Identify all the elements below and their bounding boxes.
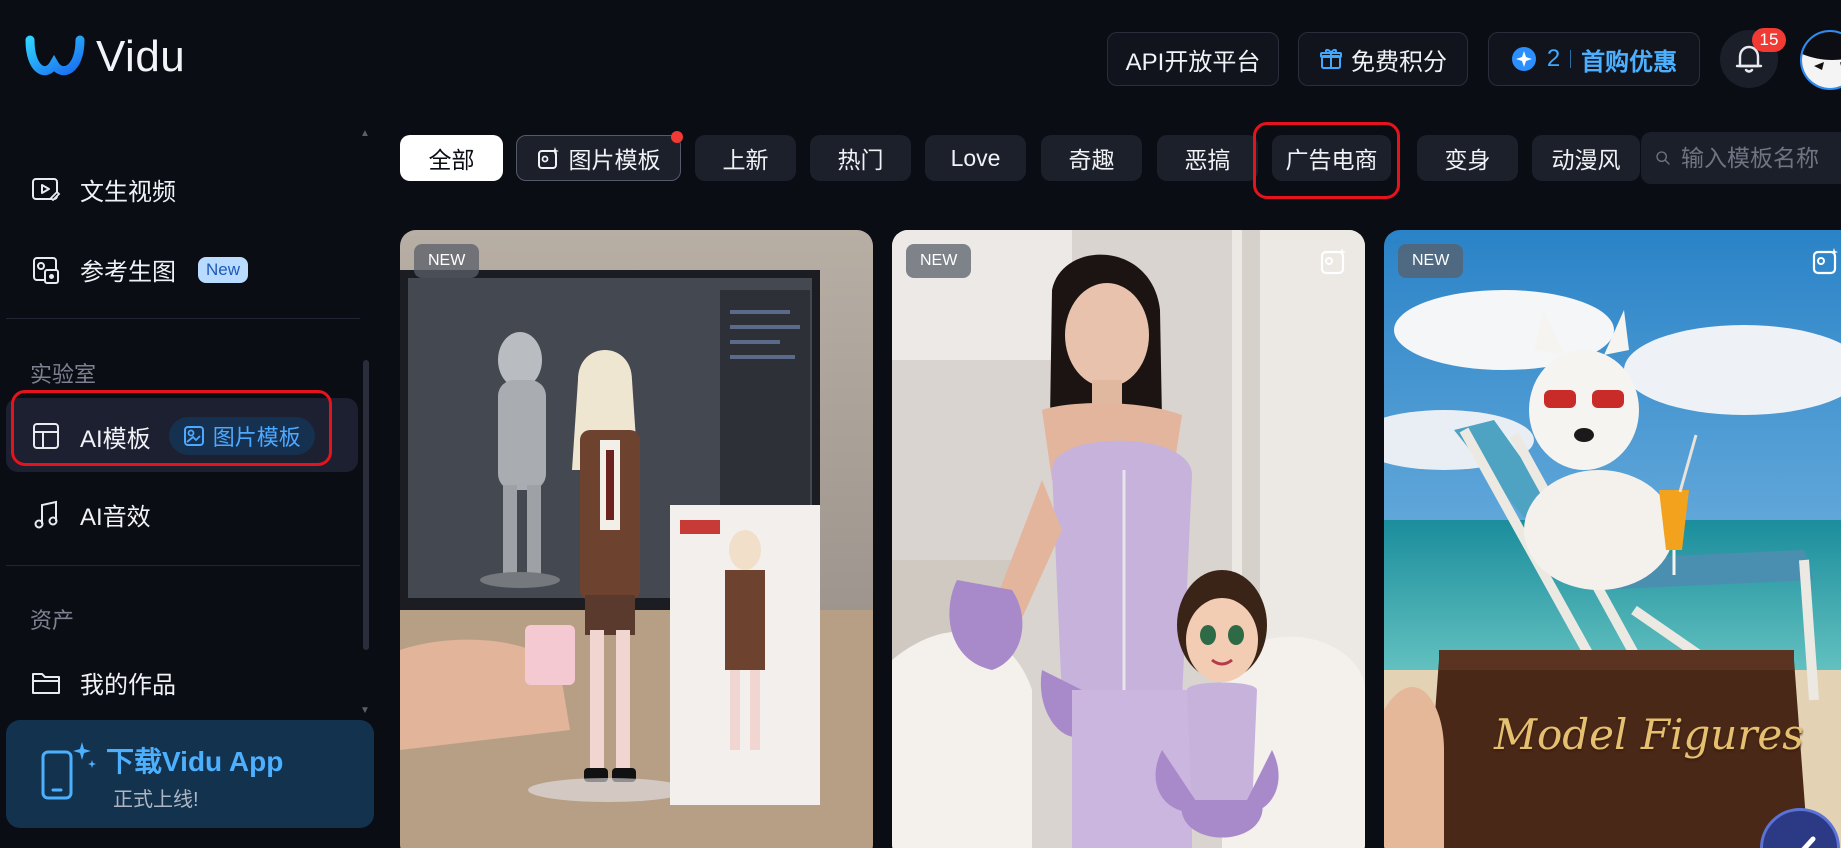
scroll-up-arrow[interactable]: ▲ (360, 128, 370, 139)
tab-label: 变身 (1444, 147, 1491, 173)
reference-image-icon (30, 254, 62, 286)
new-tag: NEW (906, 244, 972, 278)
template-card[interactable]: NEW (400, 230, 873, 848)
tab-label: Love (950, 144, 1001, 171)
notification-badge: 15 (1752, 28, 1786, 52)
tab-label: 全部 (428, 147, 475, 173)
credits-divider (1570, 50, 1572, 68)
api-platform-label: API开放平台 (1125, 48, 1261, 76)
card-image-figure-on-desk (400, 230, 873, 848)
card-image-lavender-corset (892, 230, 1365, 848)
music-note-icon (30, 499, 62, 531)
video-play-icon (30, 174, 62, 206)
image-template-icon (1320, 248, 1346, 275)
credits-count: 2 (1546, 45, 1561, 72)
tab-label: 恶搞 (1184, 147, 1231, 173)
highlight-box-ads-tab (1253, 122, 1400, 199)
avatar-face-icon (1802, 32, 1841, 88)
floating-action-button[interactable] (1760, 808, 1840, 848)
new-dot-indicator (671, 131, 683, 143)
search-icon (1656, 151, 1670, 165)
tab-label: 奇趣 (1068, 147, 1115, 173)
folder-icon (30, 667, 62, 699)
new-tag: NEW (1398, 244, 1464, 278)
tab-love[interactable]: Love (925, 135, 1026, 181)
new-tag: NEW (414, 244, 480, 278)
search-input[interactable] (1681, 144, 1841, 172)
free-points-label: 免费积分 (1351, 48, 1447, 76)
api-platform-button[interactable]: API开放平台 (1107, 32, 1279, 86)
check-icon (1801, 836, 1816, 848)
sidebar-item-label: 我的作品 (80, 672, 176, 699)
sidebar-scrollbar[interactable] (363, 360, 369, 650)
sidebar-item-label: 参考生图 (80, 259, 176, 286)
sidebar-divider (6, 565, 360, 566)
tab-label: 热门 (837, 147, 884, 173)
sidebar-item-label: AI音效 (80, 504, 151, 531)
tab-fun[interactable]: 奇趣 (1041, 135, 1142, 181)
sidebar-item-ai-sound[interactable]: AI音效 (30, 497, 151, 532)
tab-hot[interactable]: 热门 (810, 135, 911, 181)
image-sparkle-icon (537, 147, 559, 169)
free-points-button[interactable]: 免费积分 (1298, 32, 1468, 86)
sidebar-item-my-works[interactable]: 我的作品 (30, 665, 176, 700)
vidu-logo-icon (25, 35, 85, 76)
tab-transform[interactable]: 变身 (1417, 135, 1518, 181)
scroll-down-arrow[interactable]: ▼ (360, 705, 370, 716)
tab-label: 上新 (722, 147, 769, 173)
template-card[interactable]: NEW Model Figures (1384, 230, 1841, 848)
image-template-icon (1812, 248, 1838, 275)
tab-prank[interactable]: 恶搞 (1157, 135, 1258, 181)
user-avatar[interactable] (1800, 30, 1841, 90)
template-card[interactable]: NEW (892, 230, 1365, 848)
new-badge: New (198, 256, 249, 283)
sidebar-item-label: 文生视频 (80, 179, 176, 206)
credit-star-icon (1511, 47, 1536, 71)
assets-section-label: 资产 (30, 608, 75, 633)
lab-section-label: 实验室 (30, 362, 97, 387)
vidu-logo[interactable]: Vidu (24, 30, 185, 84)
brand-name: Vidu (96, 32, 186, 81)
template-search[interactable] (1641, 132, 1841, 184)
tab-image-template[interactable]: 图片模板 (516, 135, 681, 181)
tab-label: 图片模板 (568, 147, 661, 173)
sidebar-item-text-to-video[interactable]: 文生视频 (30, 172, 176, 207)
highlight-box-ai-template (11, 390, 332, 466)
sidebar-item-reference-image[interactable]: 参考生图 New (30, 252, 249, 287)
first-purchase-label: 首购优惠 (1581, 48, 1678, 76)
download-app-subtitle: 正式上线! (113, 789, 199, 811)
phone-sparkle-icon (41, 742, 96, 800)
sidebar-divider (6, 318, 360, 319)
tab-anime[interactable]: 动漫风 (1532, 135, 1640, 181)
download-app-title[interactable]: 下载Vidu App (106, 740, 283, 780)
tab-new[interactable]: 上新 (695, 135, 796, 181)
tab-label: 动漫风 (1551, 147, 1621, 173)
credits-button[interactable]: 2 首购优惠 (1488, 32, 1700, 86)
tab-all[interactable]: 全部 (400, 135, 503, 181)
gift-icon (1320, 49, 1342, 69)
card-caption: Model Figures (1494, 710, 1804, 759)
